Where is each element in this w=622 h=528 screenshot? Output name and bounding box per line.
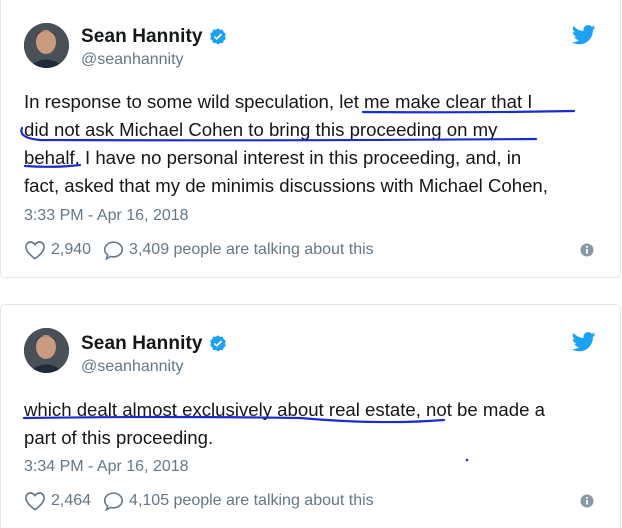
tweet-text-line: part of this proceeding. <box>24 427 214 448</box>
avatar[interactable] <box>24 23 69 68</box>
heart-icon <box>25 492 45 511</box>
timestamp[interactable]: 3:34 PM - Apr 16, 2018 <box>24 458 189 476</box>
tweet-card[interactable]: Sean Hannity @seanhannity In response to… <box>0 0 621 278</box>
reply-bubble-icon <box>104 241 124 260</box>
info-icon[interactable] <box>580 243 594 257</box>
tweet-text-line: did not ask Michael Cohen to bring this … <box>24 119 498 140</box>
tweet-text-line: In response to some wild speculation, le… <box>24 91 533 112</box>
heart-icon <box>25 241 45 260</box>
timestamp[interactable]: 3:33 PM - Apr 16, 2018 <box>24 207 189 225</box>
talking-count: 3,409 people are talking about this <box>129 241 374 258</box>
user-handle[interactable]: @seanhannity <box>81 51 228 69</box>
like-count: 2,940 <box>51 241 92 258</box>
avatar[interactable] <box>24 328 69 373</box>
tweet-text-line: behalf, I have no personal interest in t… <box>24 147 522 168</box>
reply-bubble-icon <box>104 492 124 511</box>
tweet-text-line: fact, asked that my de minimis discussio… <box>24 175 548 196</box>
like-count: 2,464 <box>51 492 92 509</box>
twitter-bird-icon[interactable] <box>572 332 596 352</box>
tweet-actions: 2,464 4,105 people are talking about thi… <box>24 489 594 513</box>
talking-count: 4,105 people are talking about this <box>129 492 374 509</box>
user-handle[interactable]: @seanhannity <box>81 358 228 376</box>
display-name[interactable]: Sean Hannity <box>81 333 203 355</box>
tweet-text: In response to some wild speculation, le… <box>24 88 594 200</box>
display-name[interactable]: Sean Hannity <box>81 26 203 48</box>
reply-action[interactable]: 3,409 people are talking about this <box>103 240 374 260</box>
tweet-text: which dealt almost exclusively about rea… <box>24 396 594 452</box>
tweet-actions: 2,940 3,409 people are talking about thi… <box>24 238 594 262</box>
info-icon[interactable] <box>580 494 594 508</box>
verified-badge-icon <box>209 28 226 45</box>
reply-action[interactable]: 4,105 people are talking about this <box>103 491 374 511</box>
tweet-card[interactable]: Sean Hannity @seanhannity which dealt al… <box>0 304 621 528</box>
tweet-text-line: which dealt almost exclusively about rea… <box>24 399 545 420</box>
like-action[interactable]: 2,940 <box>24 240 91 260</box>
like-action[interactable]: 2,464 <box>24 491 91 511</box>
verified-badge-icon <box>209 335 226 352</box>
twitter-bird-icon[interactable] <box>572 25 596 45</box>
